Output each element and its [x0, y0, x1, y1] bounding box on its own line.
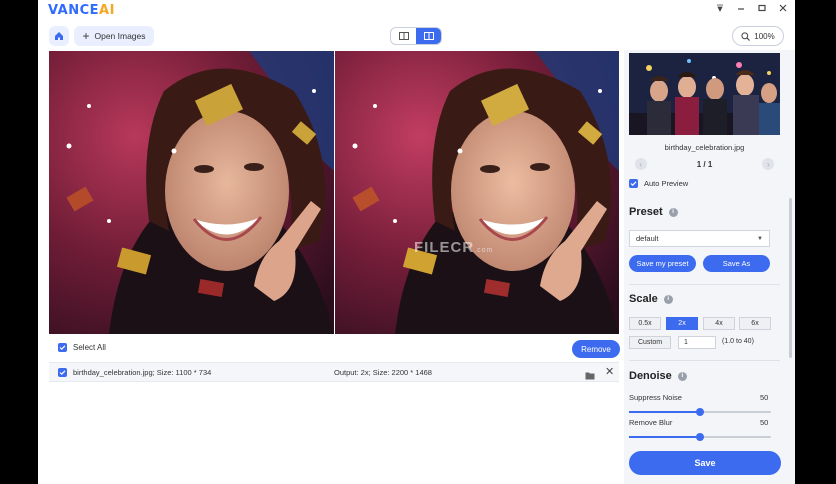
- view-mode-toggle: [390, 27, 442, 45]
- file-row[interactable]: birthday_celebration.jpg; Size: 1100 * 7…: [49, 362, 619, 382]
- select-all-label: Select All: [73, 343, 106, 352]
- scale-option-0-5x[interactable]: 0.5x: [629, 317, 661, 330]
- remove-blur-label: Remove Blur: [629, 418, 673, 427]
- image-preview[interactable]: FILECR.com: [49, 51, 619, 334]
- custom-scale-input[interactable]: 1: [678, 336, 716, 349]
- settings-sidebar: birthday_celebration.jpg ‹ 1 / 1 › Auto …: [624, 50, 795, 484]
- remove-blur-handle[interactable]: [696, 433, 704, 441]
- open-images-button[interactable]: + Open Images: [74, 26, 154, 46]
- remove-blur-value: 50: [760, 418, 769, 427]
- thumbnail-image[interactable]: [629, 53, 780, 135]
- home-button[interactable]: [49, 26, 69, 46]
- close-window-icon[interactable]: [777, 4, 789, 15]
- watermark: FILECR.com: [414, 239, 494, 256]
- checkbox-checked-icon: [58, 343, 67, 352]
- output-info: Output: 2x; Size: 2200 * 1468: [334, 368, 432, 377]
- suppress-noise-handle[interactable]: [696, 408, 704, 416]
- scale-option-2x[interactable]: 2x: [666, 317, 698, 330]
- home-icon: [55, 32, 63, 40]
- checkbox-checked-icon: [629, 179, 638, 188]
- toolbar: + Open Images 100%: [38, 24, 795, 50]
- pager: ‹ 1 / 1 ›: [624, 158, 785, 170]
- file-info: birthday_celebration.jpg; Size: 1100 * 7…: [73, 368, 212, 377]
- zoom-icon: [741, 31, 751, 41]
- remove-blur-fill: [629, 436, 700, 438]
- custom-scale-range: (1.0 to 40): [722, 338, 754, 345]
- file-row-checkbox[interactable]: [58, 368, 67, 377]
- save-my-preset-button[interactable]: Save my preset: [629, 255, 696, 272]
- original-image: [49, 51, 334, 334]
- app-window: VANCEAI + Open Images 100% FILECR.com Se…: [38, 0, 795, 484]
- folder-icon[interactable]: [585, 367, 595, 385]
- scale-heading: Scale i: [629, 293, 673, 305]
- preset-heading: Preset i: [629, 206, 678, 218]
- save-as-button[interactable]: Save As: [703, 255, 770, 272]
- zoom-level: 100%: [754, 31, 775, 41]
- suppress-noise-value: 50: [760, 393, 769, 402]
- custom-scale-button[interactable]: Custom: [629, 336, 671, 349]
- chevron-down-icon: ▼: [757, 236, 763, 242]
- title-bar: VANCEAI: [38, 0, 795, 22]
- single-view-button[interactable]: [391, 28, 416, 44]
- sidebar-scrollbar[interactable]: [789, 198, 792, 358]
- preset-select[interactable]: default ▼: [629, 230, 770, 247]
- open-images-label: Open Images: [94, 31, 146, 41]
- remove-file-icon[interactable]: ✕: [605, 365, 614, 378]
- enhanced-image: [335, 51, 619, 334]
- scale-option-6x[interactable]: 6x: [739, 317, 771, 330]
- split-view-icon: [423, 32, 434, 40]
- app-logo: VANCEAI: [48, 3, 115, 18]
- auto-preview-checkbox[interactable]: Auto Preview: [629, 179, 688, 188]
- thumbnail-filename: birthday_celebration.jpg: [664, 143, 745, 152]
- remove-button[interactable]: Remove: [572, 340, 620, 358]
- plus-icon: +: [82, 29, 90, 43]
- page-indicator: 1 / 1: [696, 159, 713, 169]
- minimize-icon[interactable]: [735, 4, 747, 15]
- zoom-button[interactable]: 100%: [732, 26, 784, 46]
- pin-icon[interactable]: [714, 4, 726, 15]
- save-button[interactable]: Save: [629, 451, 781, 475]
- info-icon[interactable]: i: [663, 294, 673, 304]
- select-all-checkbox[interactable]: Select All: [58, 343, 106, 352]
- divider: [629, 284, 780, 285]
- prev-page-button[interactable]: ‹: [634, 158, 647, 170]
- divider: [629, 360, 780, 361]
- info-icon[interactable]: i: [668, 207, 678, 217]
- suppress-noise-label: Suppress Noise: [629, 393, 682, 402]
- suppress-noise-slider[interactable]: [629, 408, 771, 416]
- suppress-noise-fill: [629, 411, 700, 413]
- next-page-button[interactable]: ›: [762, 158, 775, 170]
- maximize-icon[interactable]: [756, 4, 768, 15]
- split-view-button[interactable]: [416, 28, 441, 44]
- remove-blur-slider[interactable]: [629, 433, 771, 441]
- auto-preview-label: Auto Preview: [644, 179, 689, 188]
- denoise-heading: Denoise i: [629, 370, 687, 382]
- single-view-icon: [398, 32, 409, 40]
- info-icon[interactable]: i: [677, 371, 687, 381]
- scale-option-4x[interactable]: 4x: [703, 317, 735, 330]
